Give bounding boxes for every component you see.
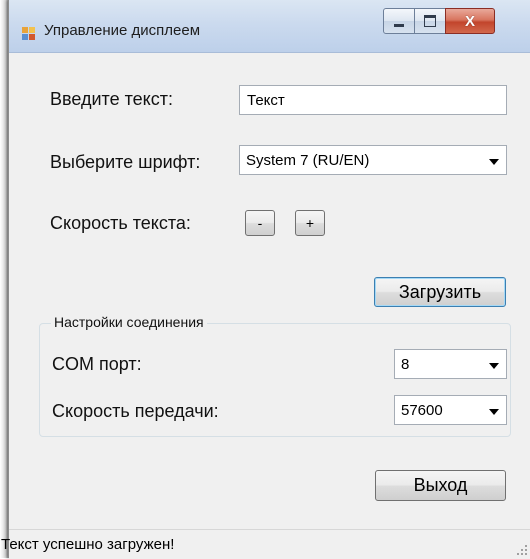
dropdown-arrow-icon[interactable] [489,363,499,369]
upload-button[interactable]: Загрузить [374,277,506,307]
exit-button[interactable]: Выход [375,470,506,501]
minimize-button[interactable] [383,8,415,34]
minimize-icon [394,23,404,27]
dropdown-arrow-icon[interactable] [489,409,499,415]
text-label: Введите текст: [50,89,173,109]
status-bar: Текст успешно загружен! [1,529,530,559]
speed-increase-button[interactable]: + [295,210,325,236]
resize-grip-icon[interactable] [517,545,527,555]
maximize-icon [424,15,436,27]
window-title: Управление дисплеем [44,22,201,39]
speed-decrease-button[interactable]: - [245,210,275,236]
speed-label: Скорость текста: [50,213,191,233]
title-bar[interactable]: Управление дисплеем X [9,0,530,53]
baud-rate-label: Скорость передачи: [52,401,219,421]
close-button[interactable]: X [445,8,495,34]
close-icon: X [464,12,475,30]
com-port-select[interactable]: 8 [394,349,507,379]
com-port-label: COM порт: [52,354,142,374]
app-icon [22,27,36,41]
status-text: Текст успешно загружен! [1,536,175,553]
dropdown-arrow-icon[interactable] [489,159,499,165]
background-window-edge [0,0,8,558]
baud-rate-select[interactable]: 57600 [394,395,507,425]
font-label: Выберите шрифт: [50,152,201,172]
connection-group-title: Настройки соединения [51,314,207,330]
font-select-value: System 7 (RU/EN) [246,152,370,169]
text-input[interactable]: Текст [239,85,507,115]
font-select[interactable]: System 7 (RU/EN) [239,145,507,175]
com-port-select-value: 8 [401,356,410,373]
maximize-button[interactable] [414,8,446,34]
baud-rate-select-value: 57600 [401,402,443,419]
main-window: Управление дисплеем X Введите текст: Тек… [1,0,530,559]
